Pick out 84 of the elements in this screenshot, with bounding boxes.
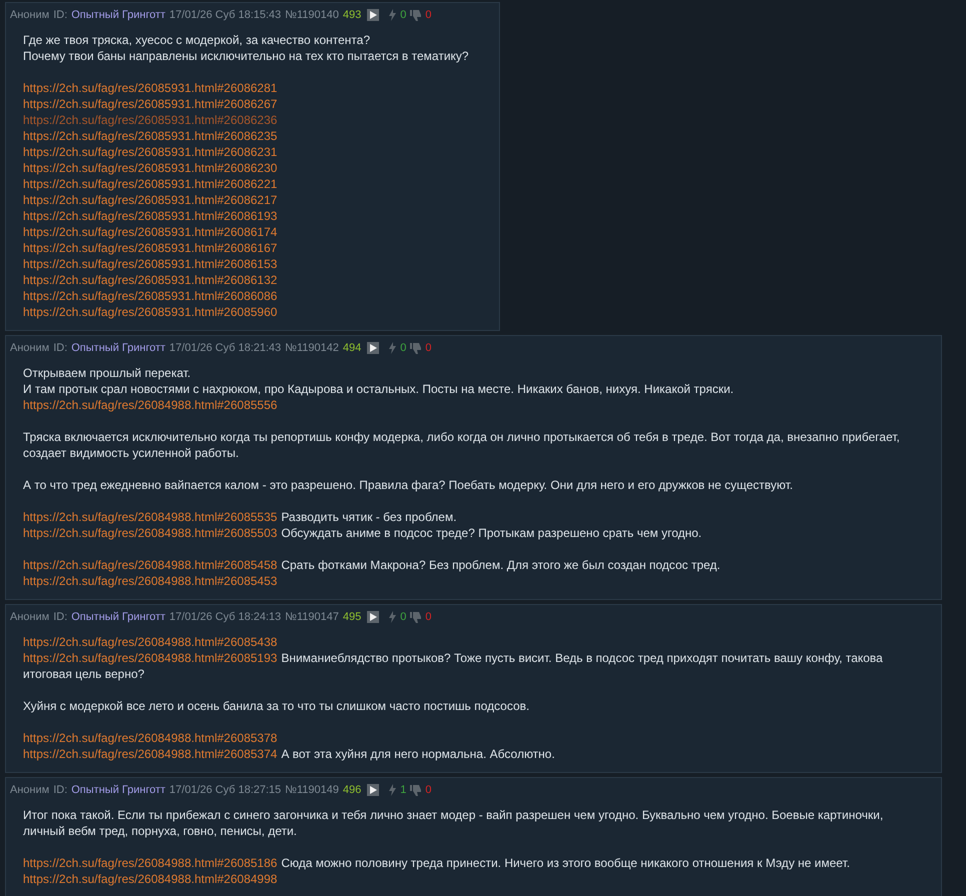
post-link[interactable]: https://2ch.su/fag/res/26085931.html#26086231 [23,145,278,159]
poster-id: Опытный Гринготт [71,342,166,354]
lightning-icon[interactable] [389,9,396,21]
id-label: ID: [53,342,68,354]
like-count: 1 [400,784,406,796]
post-index: 493 [342,9,362,21]
dislike-count: 0 [425,784,432,796]
post-link[interactable]: https://2ch.su/fag/res/26084988.html#26085374 [23,747,278,761]
post-date: 17/01/26 Суб 18:15:43 [169,9,282,21]
post-link[interactable]: https://2ch.su/fag/res/26084988.html#26085503 [23,526,278,540]
post-text: https://2ch.su/fag/res/26084988.html#26085458 Срать фотками Макрона? Без проблем. Для этого же был создан подсос тред. [23,557,722,573]
post-link[interactable]: https://2ch.su/fag/res/26085931.html#26086217 [23,193,278,207]
like-count: 0 [400,9,406,21]
post-text: Где же твоя тряска, хуесос с модеркой, за качество контента? [23,32,371,48]
post-text: https://2ch.su/fag/res/26084988.html#26085503 Обсуждать аниме в подсос треде? Протыкам разрешено срать чем угодно. [23,525,703,541]
post-date: 17/01/26 Суб 18:27:15 [169,784,282,796]
post-text: Почему твои баны направлены исключительно на тех кто пытается в тематику? [23,48,469,64]
post-number[interactable]: №1190140 [285,9,339,21]
dislike-count: 0 [425,9,432,21]
lightning-icon[interactable] [389,784,396,796]
poster-id: Опытный Гринготт [71,611,166,623]
post-text: Открываем прошлый перекат. [23,365,192,381]
post-link[interactable]: https://2ch.su/fag/res/26085931.html#26086267 [23,97,278,111]
post-link[interactable]: https://2ch.su/fag/res/26085931.html#26086174 [23,225,278,239]
post-text: Тряска включается исключительно когда ты репортишь конфу модерка, либо когда он лично протыкается об тебя в треде. Вот тогда да, внезапно прибегает, создает видимость усиленной работы. [23,429,901,461]
author-name: Аноним [10,342,50,354]
post-link[interactable]: https://2ch.su/fag/res/26084988.html#26085193 [23,651,278,665]
post-link[interactable]: https://2ch.su/fag/res/26085931.html#26086167 [23,241,278,255]
id-label: ID: [53,9,68,21]
post-text: И там протык срал новостями с нахрюком, про Кадырова и остальных. Посты на месте. Никаких банов, нихуя. Никакой тряски. [23,381,735,397]
post-text: https://2ch.su/fag/res/26084988.html#26085374 А вот эта хуйня для него нормальна. Абсолютно. [23,746,556,762]
id-label: ID: [53,784,68,796]
play-button[interactable] [367,342,380,354]
post-link[interactable]: https://2ch.su/fag/res/26084988.html#26085453 [23,574,278,588]
post-date: 17/01/26 Суб 18:24:13 [169,611,282,623]
post-link[interactable]: https://2ch.su/fag/res/26085931.html#26086221 [23,177,278,191]
post-text: https://2ch.su/fag/res/26084988.html#26085186 Сюда можно половину треда принести. Ничего из этого вообще никакого отношения к Мэду не имеет. [23,855,851,871]
post-link[interactable]: https://2ch.su/fag/res/26084988.html#26085458 [23,558,278,572]
author-name: Аноним [10,784,50,796]
lightning-icon[interactable] [389,342,396,354]
post-text: https://2ch.su/fag/res/26084988.html#26085193 Вниманиеблядство протыков? Тоже пусть висит. Ведь в подсос тред приходят почитать вашу конфу, такова итоговая цель верно? [23,650,884,682]
post-index: 496 [342,784,362,796]
post-date: 17/01/26 Суб 18:21:43 [169,342,282,354]
dislike-count: 0 [425,611,432,623]
thumbs-down-icon[interactable] [410,10,422,20]
post-link[interactable]: https://2ch.su/fag/res/26084988.html#26084998 [23,872,278,886]
post-text: Итог пока такой. Если ты прибежал с синего загончика и тебя лично знает модер - вайп разрешен чем угодно. Буквально чем угодно. Боевые картиночки, личный вебм тред, порнуха, говно, пенисы, дети. [23,807,884,839]
play-button[interactable] [367,9,380,21]
like-count: 0 [400,611,406,623]
like-count: 0 [400,342,406,354]
post-number[interactable]: №1190147 [285,611,339,623]
post-link[interactable]: https://2ch.su/fag/res/26085931.html#26086230 [23,161,278,175]
post-link[interactable]: https://2ch.su/fag/res/26084988.html#26085378 [23,731,278,745]
post-text: Хуйня с модеркой все лето и осень банила за то что ты слишком часто постишь подсосов. [23,698,530,714]
id-label: ID: [53,611,68,623]
post-link[interactable]: https://2ch.su/fag/res/26084988.html#26085186 [23,856,278,870]
post-link[interactable]: https://2ch.su/fag/res/26085931.html#26085960 [23,305,278,319]
post-link[interactable]: https://2ch.su/fag/res/26084988.html#26085556 [23,398,278,412]
dislike-count: 0 [425,342,432,354]
thumbs-down-icon[interactable] [410,342,422,354]
post-link[interactable]: https://2ch.su/fag/res/26085931.html#26086281 [23,81,278,95]
thumbs-down-icon[interactable] [410,784,422,796]
author-name: Аноним [10,9,50,21]
post-link[interactable]: https://2ch.su/fag/res/26085931.html#26086086 [23,289,278,303]
post-text: А то что тред ежедневно вайпается калом - это разрешено. Правила фага? Поебать модерку. Они для него и его дружков не существуют. [23,477,794,493]
post-number[interactable]: №1190142 [285,342,339,354]
post-link[interactable]: https://2ch.su/fag/res/26085931.html#26086193 [23,209,278,223]
post-link[interactable]: https://2ch.su/fag/res/26085931.html#26086236 [23,113,278,127]
author-name: Аноним [10,611,50,623]
post-text: https://2ch.su/fag/res/26084988.html#26085535 Разводить чятик - без проблем. [23,509,458,525]
post-link[interactable]: https://2ch.su/fag/res/26085931.html#26086153 [23,257,278,271]
poster-id: Опытный Гринготт [71,9,166,21]
thumbs-down-icon[interactable] [410,612,422,622]
poster-id: Опытный Гринготт [71,784,166,796]
post-link[interactable]: https://2ch.su/fag/res/26085931.html#26086235 [23,129,278,143]
lightning-icon[interactable] [389,611,396,623]
post-link[interactable]: https://2ch.su/fag/res/26084988.html#26085438 [23,635,278,649]
post-index: 495 [342,611,362,623]
post-link[interactable]: https://2ch.su/fag/res/26084988.html#26085535 [23,510,278,524]
post-number[interactable]: №1190149 [285,784,339,796]
play-button[interactable] [367,784,380,796]
play-button[interactable] [367,611,380,623]
post-link[interactable]: https://2ch.su/fag/res/26085931.html#26086132 [23,273,278,287]
post-index: 494 [342,342,362,354]
